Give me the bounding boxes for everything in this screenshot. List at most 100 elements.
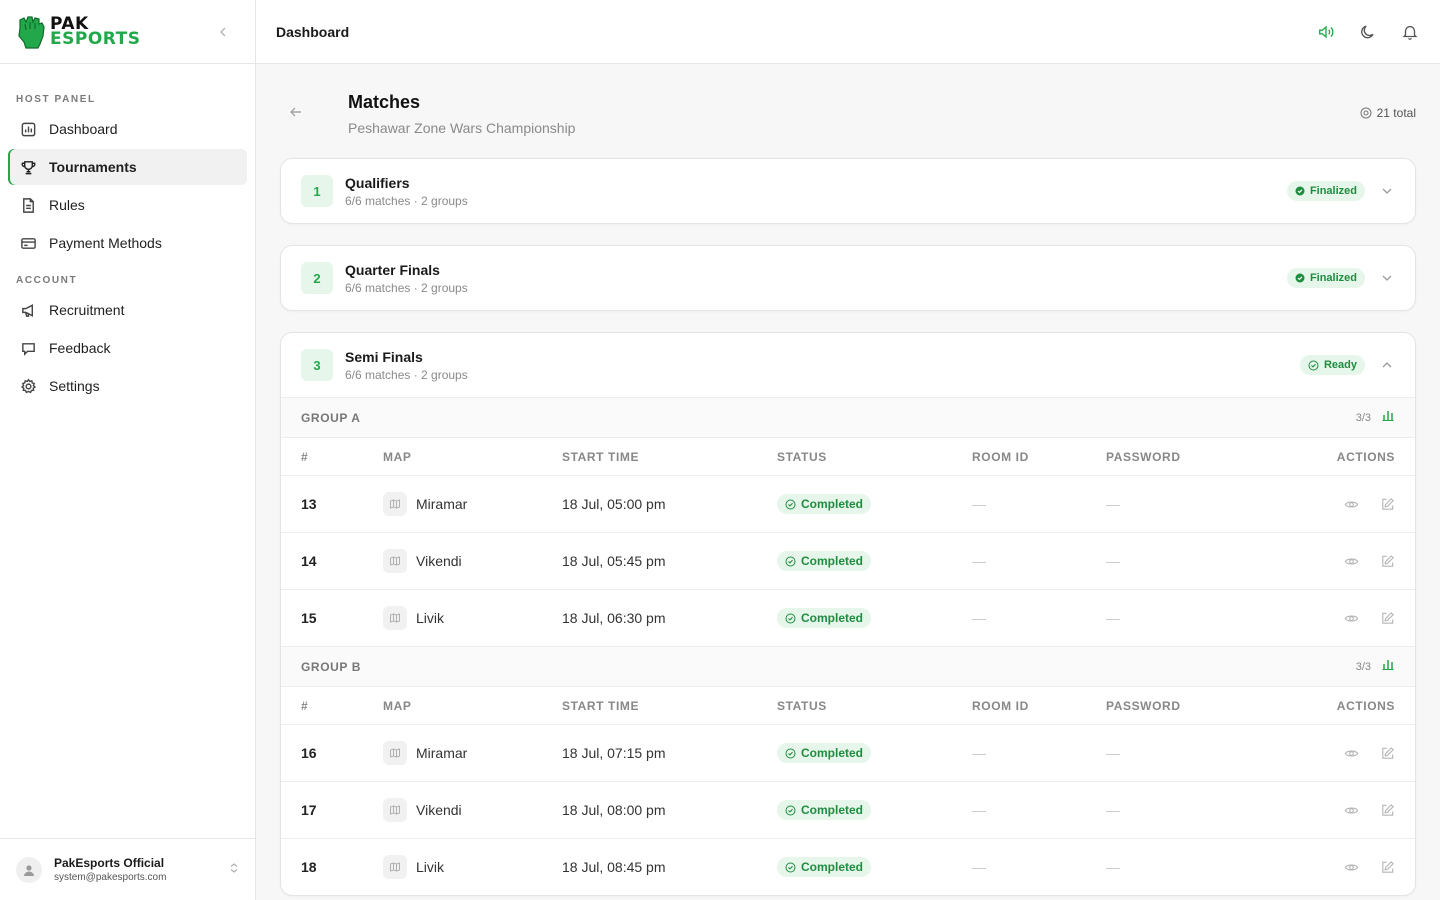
table-row: 14 Vikendi 18 Jul, 05:45 pm Completed — …	[281, 532, 1415, 589]
sidebar-item-dashboard[interactable]: Dashboard	[8, 111, 247, 147]
sidebar-item-label: Dashboard	[49, 121, 118, 137]
collapse-toggle[interactable]	[1379, 357, 1395, 373]
sidebar-item-label: Payment Methods	[49, 235, 162, 251]
edit-button[interactable]	[1379, 802, 1395, 818]
edit-icon	[1381, 497, 1394, 510]
room-id: —	[972, 802, 986, 818]
stage-card-quarter-finals: 2 Quarter Finals 6/6 matches · 2 groups …	[280, 245, 1416, 311]
user-menu[interactable]: PakEsports Official system@pakesports.co…	[0, 838, 255, 900]
table-header: # MAP START TIME STATUS ROOM ID PASSWORD…	[281, 686, 1415, 724]
topbar-title: Dashboard	[276, 23, 350, 40]
map-icon	[383, 855, 407, 879]
sidebar-item-tournaments[interactable]: Tournaments	[8, 149, 247, 185]
stage-number: 2	[301, 262, 333, 294]
check-circle-outline-icon	[785, 805, 796, 815]
map-name: Livik	[416, 859, 445, 875]
brand-logo[interactable]: PAK ESPORTS	[16, 14, 140, 50]
page-subtitle: Peshawar Zone Wars Championship	[348, 120, 576, 136]
stage-meta: 6/6 matches · 2 groups	[345, 367, 468, 382]
table-header: # MAP START TIME STATUS ROOM ID PASSWORD…	[281, 437, 1415, 475]
stage-meta: 6/6 matches · 2 groups	[345, 280, 468, 295]
col-status: STATUS	[777, 698, 827, 713]
status-badge: Completed	[777, 494, 872, 514]
expand-toggle[interactable]	[1379, 183, 1395, 199]
col-number: #	[301, 698, 309, 713]
group-header-b: GROUP B 3/3	[281, 646, 1415, 686]
sidebar-nav: HOST PANEL Dashboard Tournaments Rules P…	[0, 64, 255, 404]
status-badge: Completed	[777, 608, 872, 628]
edit-icon	[1381, 803, 1394, 816]
chat-icon	[22, 342, 35, 356]
user-email: system@pakesports.com	[54, 872, 167, 883]
notifications-button[interactable]	[1400, 22, 1420, 42]
match-number: 18	[301, 859, 317, 875]
sidebar-item-payment-methods[interactable]: Payment Methods	[8, 225, 247, 261]
sidebar-item-settings[interactable]: Settings	[8, 368, 247, 404]
status-label: Completed	[801, 746, 864, 760]
table-row: 18 Livik 18 Jul, 08:45 pm Completed — —	[281, 838, 1415, 895]
edit-button[interactable]	[1379, 610, 1395, 626]
stage-number: 1	[301, 175, 333, 207]
col-status: STATUS	[777, 449, 827, 464]
status-badge: Completed	[777, 743, 872, 763]
edit-icon	[1381, 746, 1394, 759]
room-id: —	[972, 553, 986, 569]
match-number: 16	[301, 745, 317, 761]
match-number: 15	[301, 610, 317, 626]
nav-section-account: ACCOUNT	[16, 275, 78, 286]
standings-button[interactable]	[1381, 408, 1395, 427]
group-count: 3/3	[1355, 411, 1371, 424]
status-badge-label: Ready	[1323, 359, 1357, 371]
edit-button[interactable]	[1379, 553, 1395, 569]
view-button[interactable]	[1343, 745, 1359, 761]
view-button[interactable]	[1343, 859, 1359, 875]
chevron-left-icon	[220, 27, 226, 37]
map-name: Vikendi	[416, 802, 462, 818]
table-row: 15 Livik 18 Jul, 06:30 pm Completed — —	[281, 589, 1415, 646]
standings-button[interactable]	[1381, 657, 1395, 676]
stage-header[interactable]: 3 Semi Finals 6/6 matches · 2 groups Rea…	[281, 333, 1415, 397]
edit-button[interactable]	[1379, 745, 1395, 761]
bar-chart-icon	[1382, 411, 1394, 421]
view-button[interactable]	[1343, 496, 1359, 512]
chevron-up-down-icon	[229, 861, 239, 879]
edit-button[interactable]	[1379, 496, 1395, 512]
edit-button[interactable]	[1379, 859, 1395, 875]
sidebar-item-recruitment[interactable]: Recruitment	[8, 292, 247, 328]
col-password: PASSWORD	[1106, 449, 1181, 464]
stage-header[interactable]: 2 Quarter Finals 6/6 matches · 2 groups …	[281, 246, 1415, 310]
room-id: —	[972, 745, 986, 761]
check-circle-outline-icon	[785, 556, 796, 566]
theme-toggle-button[interactable]	[1358, 22, 1378, 42]
stage-number: 3	[301, 349, 333, 381]
bell-icon	[1402, 25, 1418, 40]
brand-line-2: ESPORTS	[50, 28, 141, 49]
check-circle-outline-icon	[785, 613, 796, 623]
col-actions: ACTIONS	[1336, 698, 1395, 713]
map-icon	[383, 741, 407, 765]
expand-toggle[interactable]	[1379, 270, 1395, 286]
view-button[interactable]	[1343, 610, 1359, 626]
moon-icon	[1361, 24, 1374, 38]
map-name: Miramar	[416, 745, 468, 761]
eye-icon	[1344, 614, 1358, 622]
collapse-sidebar-button[interactable]	[213, 22, 233, 42]
edit-icon	[1381, 554, 1394, 567]
sound-toggle-button[interactable]	[1316, 22, 1336, 42]
sidebar: PAK ESPORTS HOST PANEL Dashboard Tournam…	[0, 0, 256, 900]
map-icon	[383, 606, 407, 630]
view-button[interactable]	[1343, 553, 1359, 569]
sidebar-item-feedback[interactable]: Feedback	[8, 330, 247, 366]
back-button[interactable]	[288, 104, 304, 125]
status-label: Completed	[801, 554, 864, 568]
card-icon	[21, 237, 36, 249]
user-name: PakEsports Official	[54, 856, 165, 870]
stage-header[interactable]: 1 Qualifiers 6/6 matches · 2 groups Fina…	[281, 159, 1415, 223]
view-button[interactable]	[1343, 802, 1359, 818]
password: —	[1106, 553, 1120, 569]
password: —	[1106, 802, 1120, 818]
col-start-time: START TIME	[562, 449, 640, 464]
room-id: —	[972, 610, 986, 626]
eye-icon	[1344, 806, 1358, 814]
sidebar-item-rules[interactable]: Rules	[8, 187, 247, 223]
